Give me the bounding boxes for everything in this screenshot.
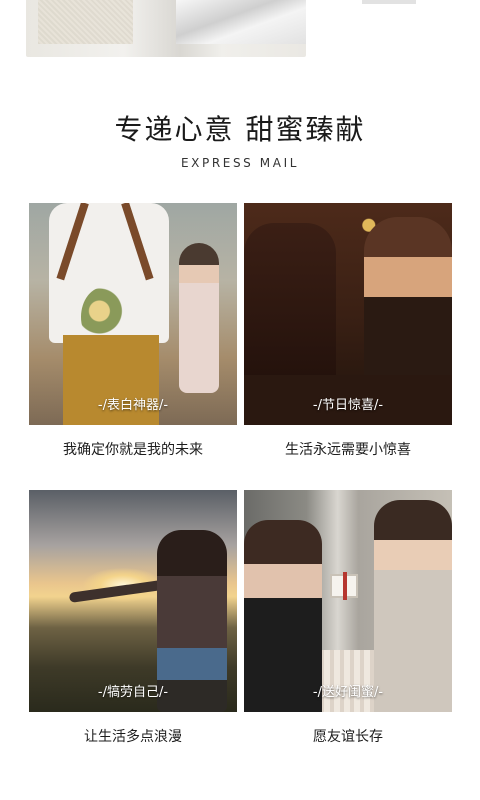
card-tag: -/送好闺蜜/- xyxy=(312,685,384,700)
gift-box-icon xyxy=(330,572,358,600)
card-tag: -/节日惊喜/- xyxy=(312,398,384,413)
occasion-card-confession[interactable]: -/表白神器/- 我确定你就是我的未来 xyxy=(29,203,237,458)
occasion-card-self-reward[interactable]: -/犒劳自己/- 让生活多点浪漫 xyxy=(29,490,237,745)
card-caption: 生活永远需要小惊喜 xyxy=(285,442,411,458)
section-subtitle: EXPRESS MAIL xyxy=(181,156,299,170)
top-banner xyxy=(0,0,480,62)
card-tag: -/表白神器/- xyxy=(97,398,169,413)
card-caption: 我确定你就是我的未来 xyxy=(63,442,203,458)
product-image-partial xyxy=(26,0,306,57)
paper-fold xyxy=(176,0,306,44)
section-title: 专递心意 甜蜜臻献 xyxy=(114,113,366,146)
card-tag: -/犒劳自己/- xyxy=(97,685,169,700)
flower-bouquet xyxy=(81,287,127,347)
occasion-card-bestie[interactable]: -/送好闺蜜/- 愿友谊长存 xyxy=(244,490,452,745)
bestie-photo: -/送好闺蜜/- xyxy=(244,490,452,712)
card-caption: 让生活多点浪漫 xyxy=(84,729,182,745)
occasion-card-holiday[interactable]: -/节日惊喜/- 生活永远需要小惊喜 xyxy=(244,203,452,458)
fabric-texture xyxy=(38,0,133,44)
confession-photo: -/表白神器/- xyxy=(29,203,237,425)
holiday-photo: -/节日惊喜/- xyxy=(244,203,452,425)
self-reward-photo: -/犒劳自己/- xyxy=(29,490,237,712)
woman-figure xyxy=(179,243,219,393)
decor-bar xyxy=(362,0,416,4)
card-caption: 愿友谊长存 xyxy=(313,729,383,745)
